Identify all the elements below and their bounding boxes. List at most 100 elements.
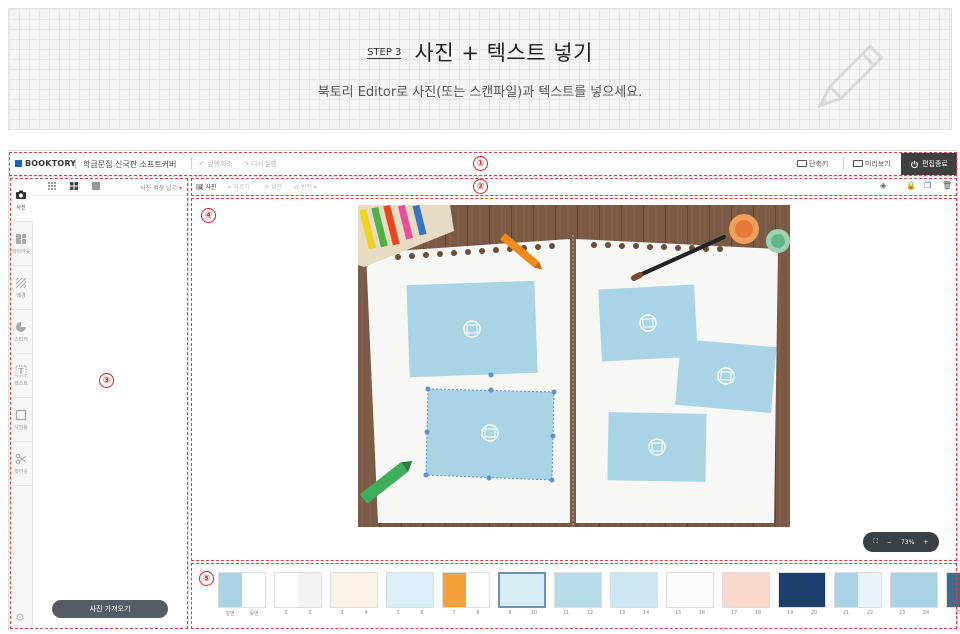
book-spread[interactable] [358,205,790,527]
logo-square-icon [15,160,22,167]
finish-edit-button[interactable]: 편집종료 [901,153,957,175]
page-number-label: 10 [530,610,538,616]
undo-button[interactable]: ↶ 실행취소 [199,159,233,169]
page-number-label: 17 [730,610,738,616]
tool-frame[interactable]: 사진틀 [9,398,33,442]
project-title: 학급문집 신국판 소프트커버 [83,160,177,169]
tool-background-label: 배경 [16,292,26,299]
step-banner: STEP 3 사진 + 텍스트 넣기 북토리 Editor로 사진(또는 스캔파… [8,8,952,130]
marker-1: ① [473,156,488,171]
grid-medium-icon[interactable] [70,182,78,190]
page-thumbnail[interactable] [442,572,490,608]
page-thumbnail[interactable] [722,572,770,608]
sort-label: 사진 저장 날기 [140,185,178,192]
page-thumbnail[interactable] [218,572,266,608]
flip-dropdown[interactable]: ⇄ 반전 ▾ [294,182,317,191]
page-number-label: 25 [954,610,960,616]
zoom-out-button[interactable]: − [887,539,892,546]
page-thumbnail-strip: 앞면 뒷면 1 2 3 4 5 6 7 8 9 10 11 12 13 14 15 16 17 18 19 20 21 22 2… [190,563,960,630]
page-number-label: 13 [618,610,626,616]
grid-small-icon[interactable] [48,182,56,190]
page-thumbnail[interactable] [946,572,960,608]
shortcut-label: 단축키 [809,160,829,168]
grid-large-icon[interactable] [92,182,100,190]
editing-canvas: ⛶ − 73% + [190,197,957,562]
divider [75,158,76,169]
tool-photo[interactable]: 사진 [9,178,33,222]
booktory-logo[interactable]: BOOKTORY [15,159,76,168]
sort-dropdown[interactable]: 사진 저장 날기 ▾ [140,183,182,192]
fit-screen-icon[interactable]: ⛶ [874,538,878,546]
page-number-label: 5 [396,610,400,616]
page-thumbnail[interactable] [274,572,322,608]
load-photos-button[interactable]: 사진 가져오기 [52,600,168,618]
crop-button[interactable]: ⌗ 자르기 [228,182,250,192]
photo-tool-button[interactable]: 🖼 사진 [196,182,217,191]
photo-placeholder[interactable] [406,280,538,378]
page-number-label: 16 [698,610,706,616]
layers-icon[interactable]: ◈ [880,181,886,190]
redo-button[interactable]: ↷ 다시실행 [243,159,277,169]
page-thumbnail[interactable] [330,572,378,608]
shortcut-button[interactable]: 단축키 [797,159,828,169]
tool-cutout-label: 컷아웃 [14,468,28,475]
power-icon [911,160,919,168]
zoom-in-button[interactable]: + [923,539,928,546]
page-number-label: 4 [364,610,368,616]
page-number-label: 18 [754,610,762,616]
page-number-label: 23 [898,610,906,616]
flip-label: 반전 [300,184,312,191]
tool-layout[interactable]: 레이아웃 [9,222,33,266]
green-paint-pot-inner [771,234,785,248]
page-thumbnail[interactable] [778,572,826,608]
photo-placeholder[interactable] [675,338,777,414]
layout-icon [16,233,26,244]
redo-label: 다시실행 [251,160,277,168]
tool-sticker-label: 스티커 [14,336,28,343]
page-number-label: 12 [586,610,594,616]
marker-3: ③ [99,373,114,388]
tool-text-label: 텍스트 [14,380,28,387]
page-thumbnail[interactable] [834,572,882,608]
photo-tool-label: 사진 [205,184,217,191]
lock-icon[interactable]: 🔒 [906,181,916,190]
photo-placeholder[interactable] [607,412,707,482]
page-thumbnail[interactable] [386,572,434,608]
tool-background[interactable]: 배경 [9,266,33,310]
page-number-label: 7 [452,610,456,616]
page-number-label: 3 [340,610,344,616]
page-thumbnail[interactable] [890,572,938,608]
page-thumbnail[interactable] [610,572,658,608]
left-tool-bar: 사진 레이아웃 배경 스티커 텍스트 사진틀 컷아웃 ⚙ [9,178,33,630]
background-icon [15,277,27,288]
scissors-icon [15,453,27,464]
marker-2: ② [473,179,488,194]
page-number-label: 11 [562,610,570,616]
page-number-label: 15 [674,610,682,616]
trash-icon[interactable]: 🗑 [942,181,952,190]
page-thumbnail[interactable] [666,572,714,608]
logo-text: BOOKTORY [25,159,77,168]
copy-icon[interactable]: ❐ [924,181,931,190]
preview-button[interactable]: 미리보기 [853,159,891,169]
text-icon [15,365,27,376]
tool-frame-label: 사진틀 [14,424,28,431]
flip-icon: ⇄ [294,184,301,191]
rotate-label: 회전 [270,184,282,191]
tool-cutout[interactable]: 컷아웃 [9,442,33,486]
pencil-icon [817,44,884,109]
zoom-control: ⛶ − 73% + [863,532,939,552]
page-number-label: 1 [284,610,288,616]
undo-label: 실행취소 [207,160,233,168]
page-number-label: 14 [642,610,650,616]
tool-layout-label: 레이아웃 [11,248,31,255]
page-number-label: 24 [922,610,930,616]
settings-gear-icon[interactable]: ⚙ [15,611,25,624]
image-icon: 🖼 [196,184,206,191]
tool-sticker[interactable]: 스티커 [9,310,33,354]
tool-text[interactable]: 텍스트 [9,354,33,398]
page-number-label: 21 [842,610,850,616]
page-thumbnail[interactable] [554,572,602,608]
page-thumbnail[interactable] [498,572,546,608]
rotate-button[interactable]: ↻ 회전 [264,182,282,191]
